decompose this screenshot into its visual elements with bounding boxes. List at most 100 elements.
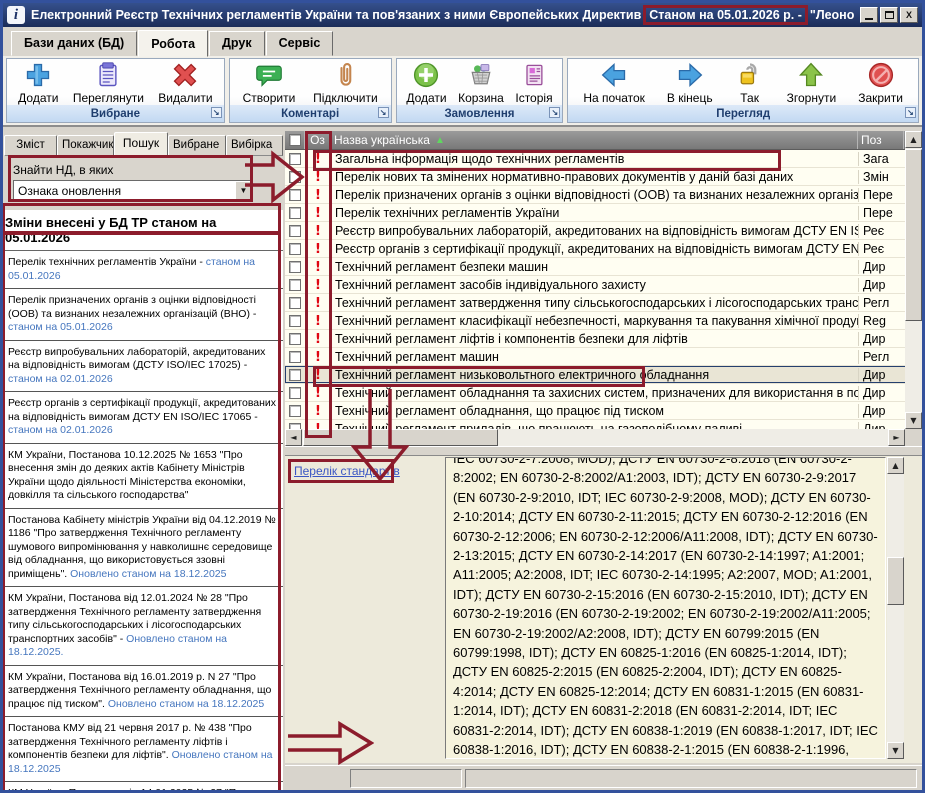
scroll-up-icon[interactable]: ▲ <box>887 457 904 474</box>
row-checkbox[interactable] <box>285 279 305 291</box>
standards-list-link[interactable]: Перелік стандартів <box>294 464 400 478</box>
scrollbar-thumb[interactable] <box>905 149 922 321</box>
table-row[interactable]: !Технічний регламент затвердження типу с… <box>285 294 922 312</box>
add-order-button[interactable]: Додати <box>406 60 446 105</box>
panel-splitter[interactable] <box>285 446 922 456</box>
table-row[interactable]: !Перелік технічних регламентів УкраїниПе… <box>285 204 922 222</box>
row-checkbox[interactable] <box>285 369 305 381</box>
row-checkbox[interactable] <box>285 171 305 183</box>
table-row[interactable]: !Реєстр випробувальних лабораторій, акре… <box>285 222 922 240</box>
changes-list-item[interactable]: Постанова Кабінету міністрів України від… <box>3 509 283 588</box>
add-favorite-button[interactable]: Додати <box>18 60 58 105</box>
group-expander-icon[interactable]: ↘ <box>905 107 916 118</box>
go-end-button[interactable]: В кінець <box>667 60 713 105</box>
table-row[interactable]: !Перелік нових та змінених нормативно-пр… <box>285 168 922 186</box>
update-date-link[interactable]: станом на 02.01.2026 <box>8 424 113 436</box>
standards-text-area[interactable]: IEC 60730-2-7:2008, MOD); ДСТУ EN 60730-… <box>445 457 886 759</box>
scroll-down-icon[interactable]: ▼ <box>905 412 922 429</box>
table-row[interactable]: !Технічний регламент обладнання та захис… <box>285 384 922 402</box>
header-checkbox[interactable] <box>285 131 305 149</box>
row-checkbox[interactable] <box>285 333 305 345</box>
changes-list-item[interactable]: КМ України, Постанова 10.12.2025 № 1653 … <box>3 444 283 509</box>
update-date-link[interactable]: Оновлено станом на 18.12.2025 <box>108 698 264 710</box>
close-button[interactable]: X <box>900 7 918 23</box>
changes-list-item[interactable]: Перелік технічних регламентів України - … <box>3 251 283 289</box>
close-view-button[interactable]: Закрити <box>858 60 903 105</box>
table-row[interactable]: !Перелік призначених органів з оцінки ві… <box>285 186 922 204</box>
row-checkbox[interactable] <box>285 315 305 327</box>
update-date-link[interactable]: станом на 02.01.2026 <box>8 373 113 385</box>
table-row[interactable]: !Технічний регламент низьковольтного еле… <box>285 366 922 384</box>
status-bar <box>285 765 922 790</box>
table-row[interactable]: !Технічний регламент безпеки машинДир <box>285 258 922 276</box>
update-date-link[interactable]: Оновлено станом на 18.12.2025 <box>70 568 226 580</box>
update-date-link[interactable]: станом на 05.01.2026 <box>8 321 113 333</box>
minimize-button[interactable] <box>860 7 878 23</box>
collapse-button[interactable]: Згорнути <box>787 60 837 105</box>
row-checkbox[interactable] <box>285 153 305 165</box>
scroll-up-icon[interactable]: ▲ <box>905 131 922 148</box>
create-comment-button[interactable]: Створити <box>243 60 296 105</box>
yes-button[interactable]: Так <box>735 60 765 105</box>
row-checkbox[interactable] <box>285 225 305 237</box>
view-favorite-button[interactable]: Переглянути <box>73 60 144 105</box>
changes-list-item[interactable]: Перелік призначених органів з оцінки від… <box>3 289 283 341</box>
row-checkbox[interactable] <box>285 351 305 363</box>
header-pos-column[interactable]: Поз <box>858 131 904 149</box>
table-row[interactable]: !Технічний регламент засобів індивідуаль… <box>285 276 922 294</box>
group-expander-icon[interactable]: ↘ <box>211 107 222 118</box>
ribbon-tab[interactable]: Робота <box>138 30 208 57</box>
sidebar-tab[interactable]: Покажчик <box>57 135 114 156</box>
row-checkbox[interactable] <box>285 405 305 417</box>
table-row[interactable]: !Загальна інформація щодо технічних регл… <box>285 150 922 168</box>
changes-list-item[interactable]: КМ України, Постанова від 16.01.2019 р. … <box>3 666 283 718</box>
table-horizontal-scrollbar[interactable]: ◄ ► <box>285 429 905 446</box>
detail-vertical-scrollbar[interactable]: ▲ ▼ <box>887 457 904 759</box>
changes-list-item[interactable]: Постанова КМУ від 21 червня 2017 р. № 43… <box>3 717 283 782</box>
row-checkbox[interactable] <box>285 261 305 273</box>
table-row[interactable]: !Технічний регламент приладів, що працюю… <box>285 420 922 429</box>
table-row[interactable]: !Технічний регламент обладнання, що прац… <box>285 402 922 420</box>
row-checkbox[interactable] <box>285 297 305 309</box>
history-button[interactable]: Історія <box>515 60 552 105</box>
maximize-button[interactable] <box>880 7 898 23</box>
scroll-down-icon[interactable]: ▼ <box>887 742 904 759</box>
ribbon-tab[interactable]: Сервіс <box>266 31 334 56</box>
sidebar-tab[interactable]: Вибірка <box>226 135 283 156</box>
row-name: Технічний регламент обладнання, що працю… <box>331 404 858 418</box>
group-expander-icon[interactable]: ↘ <box>378 107 389 118</box>
go-start-button[interactable]: На початок <box>583 60 645 105</box>
ribbon-tab[interactable]: Бази даних (БД) <box>11 31 137 56</box>
changes-list-item[interactable]: Реєстр випробувальних лабораторій, акред… <box>3 341 283 393</box>
header-name-column[interactable]: Назва українська▲ <box>331 131 858 149</box>
table-row[interactable]: !Технічний регламент ліфтів і компоненті… <box>285 330 922 348</box>
row-checkbox[interactable] <box>285 243 305 255</box>
changes-list-item[interactable]: КМ України, Постанова від 14.01.2025 № 2… <box>3 782 283 790</box>
scroll-left-icon[interactable]: ◄ <box>285 429 302 446</box>
sidebar-tab[interactable]: Вибране <box>168 135 226 156</box>
changes-list-item[interactable]: Реєстр органів з сертифікації продукції,… <box>3 392 283 444</box>
changes-list-item[interactable]: КМ України, Постанова від 12.01.2024 № 2… <box>3 587 283 666</box>
basket-button[interactable]: Корзина <box>458 60 504 105</box>
sidebar-tab-bar: ЗмістПокажчикПошукВибранеВибірка <box>3 131 283 156</box>
delete-favorite-button[interactable]: Видалити <box>158 60 212 105</box>
table-vertical-scrollbar[interactable]: ▲ ▼ <box>905 131 922 429</box>
scroll-right-icon[interactable]: ► <box>888 429 905 446</box>
attach-comment-button[interactable]: Підключити <box>313 60 378 105</box>
scrollbar-thumb[interactable] <box>303 429 498 446</box>
row-pos: Регл <box>858 296 904 310</box>
row-checkbox[interactable] <box>285 207 305 219</box>
row-checkbox[interactable] <box>285 387 305 399</box>
chevron-down-icon[interactable]: ▼ <box>235 181 252 200</box>
table-row[interactable]: !Технічний регламент машинРегл <box>285 348 922 366</box>
table-row[interactable]: !Технічний регламент класифікації небезп… <box>285 312 922 330</box>
update-filter-select[interactable]: Ознака оновлення ▼ <box>13 180 253 201</box>
table-row[interactable]: !Реєстр органів з сертифікації продукції… <box>285 240 922 258</box>
ribbon-tab[interactable]: Друк <box>209 31 265 56</box>
sidebar-tab[interactable]: Пошук <box>114 132 168 156</box>
scrollbar-thumb[interactable] <box>887 557 904 605</box>
row-checkbox[interactable] <box>285 189 305 201</box>
group-expander-icon[interactable]: ↘ <box>549 107 560 118</box>
sidebar-tab[interactable]: Зміст <box>4 135 57 156</box>
header-mark-column[interactable]: Оз <box>305 131 331 149</box>
